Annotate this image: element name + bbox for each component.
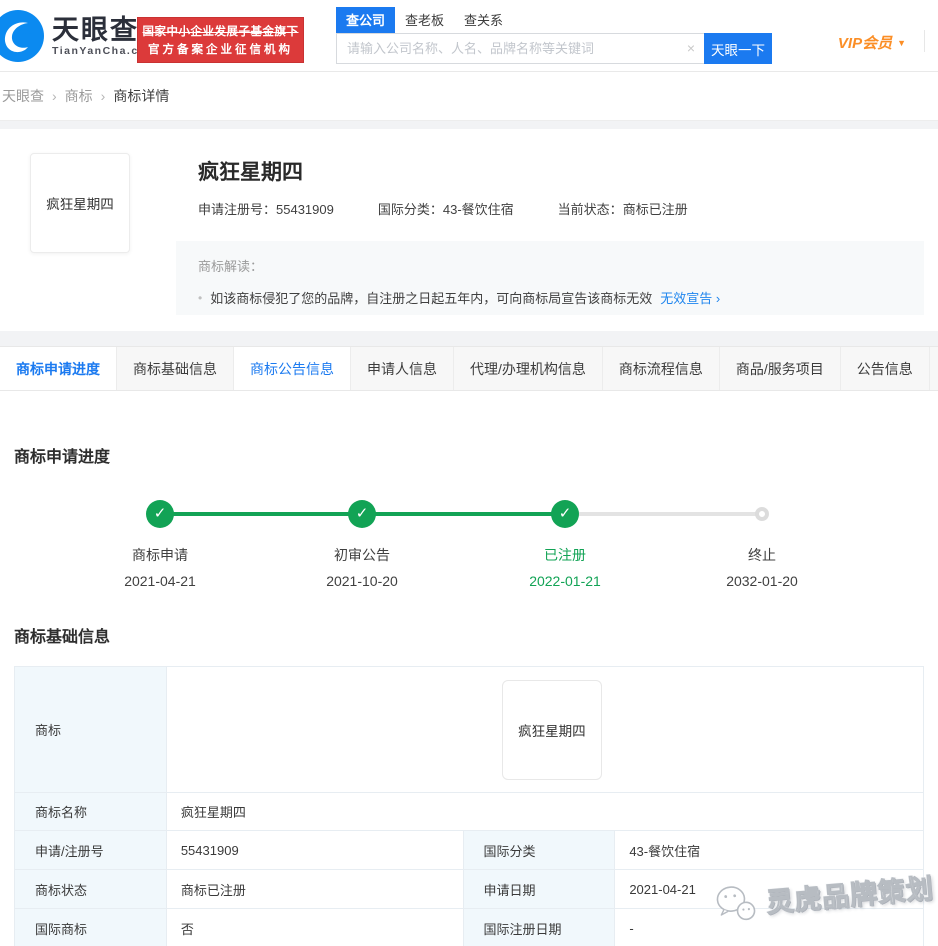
trademark-thumbnail-text: 疯狂星期四 — [46, 193, 114, 213]
search-input[interactable] — [336, 33, 704, 64]
trademark-cell-text: 疯狂星期四 — [518, 720, 586, 740]
cert-badge: 国家中小企业发展子基金旗下 官方备案企业征信机构 — [137, 17, 304, 63]
table-row: 申请/注册号 55431909 国际分类 43-餐饮住宿 — [15, 831, 924, 870]
row-label: 申请日期 — [463, 870, 615, 909]
interpretation-box: 商标解读： • 如该商标侵犯了您的品牌，自注册之日起五年内，可向商标局宣告该商标… — [176, 241, 924, 315]
table-row: 商标状态 商标已注册 申请日期 2021-04-21 — [15, 870, 924, 909]
cert-badge-line2: 官方备案企业征信机构 — [138, 41, 303, 57]
page-gap — [0, 121, 938, 129]
row-label: 商标状态 — [15, 870, 167, 909]
invalid-declare-link[interactable]: 无效宣告 › — [660, 288, 720, 307]
search-tab-boss[interactable]: 查老板 — [395, 7, 454, 33]
header: 天眼查 TianYanCha.com 国家中小企业发展子基金旗下 官方备案企业征… — [0, 0, 938, 72]
breadcrumb-trademark[interactable]: 商标 — [65, 86, 93, 106]
field-value: 商标已注册 — [623, 202, 688, 217]
tab-basic-info[interactable]: 商标基础信息 — [117, 347, 234, 390]
tab-goods-services[interactable]: 商品/服务项目 — [720, 347, 841, 390]
breadcrumb-separator: › — [52, 88, 57, 104]
cell-value: 商标已注册 — [166, 870, 463, 909]
cell-value: - — [615, 909, 924, 946]
step-date: 2021-04-21 — [90, 573, 230, 589]
row-label: 申请/注册号 — [15, 831, 167, 870]
breadcrumb-separator: › — [101, 88, 106, 104]
row-label: 商标 — [15, 667, 167, 793]
trademark-thumbnail[interactable]: 疯狂星期四 — [30, 153, 130, 253]
field-label: 国际分类： — [378, 202, 443, 217]
breadcrumb-current: 商标详情 — [113, 86, 169, 106]
row-label: 国际分类 — [463, 831, 615, 870]
section-tabs: 商标申请进度 商标基础信息 商标公告信息 申请人信息 代理/办理机构信息 商标流… — [0, 346, 938, 391]
step-date: 2022-01-21 — [495, 573, 635, 589]
breadcrumb: 天眼查 › 商标 › 商标详情 — [0, 72, 938, 121]
timeline-step-preliminary: ✓ 初审公告 2021-10-20 — [292, 486, 432, 589]
progress-timeline: ✓ 商标申请 2021-04-21 ✓ 初审公告 2021-10-20 ✓ 已注… — [0, 486, 938, 606]
search-area: 查公司 查老板 查关系 × 天眼一下 — [336, 9, 772, 64]
step-date: 2032-01-20 — [692, 573, 832, 589]
tab-announcement[interactable]: 商标公告信息 — [234, 347, 351, 390]
check-icon: ✓ — [551, 500, 579, 528]
table-row: 商标名称 疯狂星期四 — [15, 793, 924, 831]
progress-section-title: 商标申请进度 — [14, 443, 110, 467]
bullet-icon: • — [198, 291, 202, 305]
timeline-step-registered: ✓ 已注册 2022-01-21 — [495, 486, 635, 589]
field-reg-number: 申请注册号：55431909 — [198, 199, 334, 218]
table-row: 商标 疯狂星期四 — [15, 667, 924, 793]
pending-node-icon — [755, 507, 769, 521]
cell-value: 43-餐饮住宿 — [615, 831, 924, 870]
field-label: 当前状态： — [558, 202, 623, 217]
step-name: 商标申请 — [90, 545, 230, 565]
tianyancha-logo[interactable]: 天眼查 TianYanCha.com — [0, 10, 157, 62]
step-name: 已注册 — [495, 545, 635, 565]
step-date: 2021-10-20 — [292, 573, 432, 589]
check-icon: ✓ — [146, 500, 174, 528]
field-intl-class: 国际分类：43-餐饮住宿 — [378, 199, 514, 218]
trademark-image-cell: 疯狂星期四 — [166, 667, 923, 793]
logo-eye-icon — [0, 10, 44, 62]
check-icon: ✓ — [348, 500, 376, 528]
trademark-summary-card: 疯狂星期四 疯狂星期四 申请注册号：55431909 国际分类：43-餐饮住宿 … — [0, 129, 938, 331]
row-label: 国际商标 — [15, 909, 167, 946]
table-row: 国际商标 否 国际注册日期 - — [15, 909, 924, 946]
search-button[interactable]: 天眼一下 — [704, 33, 772, 64]
timeline-step-application: ✓ 商标申请 2021-04-21 — [90, 486, 230, 589]
basic-info-section-title: 商标基础信息 — [14, 623, 110, 647]
cell-value: 2021-04-21 — [615, 870, 924, 909]
interpretation-title: 商标解读： — [198, 256, 902, 275]
vip-menu[interactable]: VIP会员 ▼ — [838, 32, 906, 53]
search-tab-company[interactable]: 查公司 — [336, 7, 395, 33]
cell-value: 55431909 — [166, 831, 463, 870]
vip-label: VIP会员 — [838, 32, 892, 53]
trademark-cell-image[interactable]: 疯狂星期四 — [502, 680, 602, 780]
breadcrumb-home[interactable]: 天眼查 — [2, 86, 44, 106]
main-content: 商标申请进度 ✓ 商标申请 2021-04-21 ✓ 初审公告 2021-10-… — [0, 391, 938, 946]
tab-progress[interactable]: 商标申请进度 — [0, 347, 117, 390]
page-title: 疯狂星期四 — [198, 161, 938, 185]
cell-value: 否 — [166, 909, 463, 946]
cell-value: 疯狂星期四 — [166, 793, 923, 831]
step-name: 初审公告 — [292, 545, 432, 565]
tab-process[interactable]: 商标流程信息 — [603, 347, 720, 390]
tab-agency[interactable]: 代理/办理机构信息 — [454, 347, 603, 390]
tab-applicant[interactable]: 申请人信息 — [351, 347, 454, 390]
field-current-status: 当前状态：商标已注册 — [558, 199, 688, 218]
tab-gazette[interactable]: 公告信息 — [841, 347, 930, 390]
step-name: 终止 — [692, 545, 832, 565]
row-label: 国际注册日期 — [463, 909, 615, 946]
search-tab-relation[interactable]: 查关系 — [454, 7, 513, 33]
field-label: 申请注册号： — [198, 202, 276, 217]
row-label: 商标名称 — [15, 793, 167, 831]
clear-icon[interactable]: × — [687, 40, 695, 56]
field-value: 43-餐饮住宿 — [443, 202, 514, 217]
cert-badge-line1: 国家中小企业发展子基金旗下 — [138, 23, 303, 39]
basic-info-table: 商标 疯狂星期四 商标名称 疯狂星期四 申请/注册号 55431909 国际分类… — [14, 666, 924, 946]
header-divider — [924, 30, 925, 52]
page-gap — [0, 331, 938, 346]
timeline-step-termination: 终止 2032-01-20 — [692, 486, 832, 589]
interpretation-text: 如该商标侵犯了您的品牌，自注册之日起五年内，可向商标局宣告该商标无效 — [210, 288, 652, 307]
vip-caret-icon: ▼ — [897, 38, 906, 48]
field-value: 55431909 — [276, 202, 334, 217]
